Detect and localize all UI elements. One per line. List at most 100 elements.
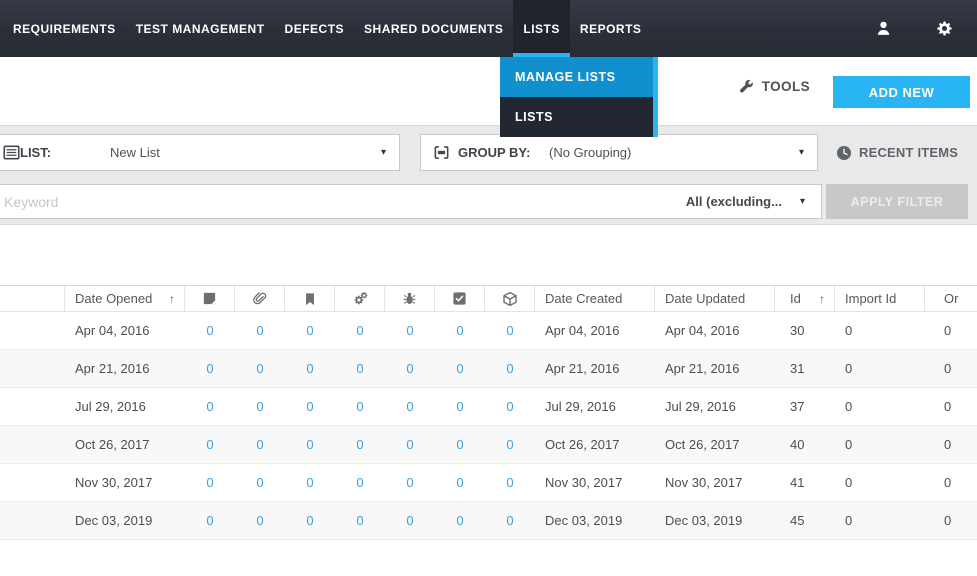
count-link[interactable]: 0 (506, 361, 513, 376)
row-spacer (0, 502, 65, 539)
nav-item-reports[interactable]: REPORTS (570, 0, 652, 57)
group-by-select[interactable]: GROUP BY: (No Grouping) ▾ (420, 134, 818, 171)
count-link[interactable]: 0 (256, 437, 263, 452)
count-link[interactable]: 0 (206, 323, 213, 338)
count-link[interactable]: 0 (506, 475, 513, 490)
count-link[interactable]: 0 (256, 475, 263, 490)
count-link[interactable]: 0 (206, 437, 213, 452)
cell-count-bug: 0 (385, 350, 435, 387)
cell-count-gears: 0 (335, 388, 385, 425)
header-spacer (0, 286, 65, 311)
user-icon[interactable] (875, 20, 892, 37)
add-new-button[interactable]: ADD NEW (833, 76, 970, 108)
nav-item-shared-documents[interactable]: SHARED DOCUMENTS (354, 0, 513, 57)
count-link[interactable]: 0 (256, 399, 263, 414)
table-row[interactable]: Oct 26, 2017 0 0 0 0 0 0 0 Oct 26, 2017 Oct 26, 2… (0, 426, 977, 464)
count-link[interactable]: 0 (206, 399, 213, 414)
count-link[interactable]: 0 (306, 513, 313, 528)
count-link[interactable]: 0 (506, 399, 513, 414)
count-link[interactable]: 0 (406, 399, 413, 414)
keyword-input[interactable] (0, 193, 686, 210)
cell-date-created: Dec 03, 2019 (545, 513, 623, 528)
cell-count-bug: 0 (385, 502, 435, 539)
cell-date-created: Apr 21, 2016 (545, 361, 620, 376)
table-row[interactable]: Dec 03, 2019 0 0 0 0 0 0 0 Dec 03, 2019 Dec 03, 2… (0, 502, 977, 540)
table-row[interactable]: Jul 29, 2016 0 0 0 0 0 0 0 Jul 29, 2016 Jul 29, 2… (0, 388, 977, 426)
table-row[interactable]: Apr 04, 2016 0 0 0 0 0 0 0 Apr 04, 2016 Apr 04, 2… (0, 312, 977, 350)
count-link[interactable]: 0 (506, 513, 513, 528)
header-bookmarks[interactable] (285, 286, 335, 311)
apply-filter-button[interactable]: APPLY FILTER (826, 184, 968, 219)
count-link[interactable]: 0 (406, 513, 413, 528)
count-link[interactable]: 0 (306, 475, 313, 490)
paperclip-icon (253, 292, 267, 305)
header-attachments[interactable] (235, 286, 285, 311)
count-link[interactable]: 0 (356, 399, 363, 414)
menu-item-lists[interactable]: LISTS (500, 97, 653, 137)
count-link[interactable]: 0 (206, 475, 213, 490)
scope-value: All (excluding... (685, 194, 782, 209)
cell-date-updated: Apr 04, 2016 (665, 323, 740, 338)
nav-item-defects[interactable]: DEFECTS (275, 0, 355, 57)
header-builds[interactable] (485, 286, 535, 311)
header-date-opened[interactable]: Date Opened ↑ (65, 286, 185, 311)
count-link[interactable]: 0 (406, 437, 413, 452)
header-id[interactable]: Id ↑ (775, 286, 835, 311)
count-link[interactable]: 0 (506, 323, 513, 338)
header-date-created[interactable]: Date Created (535, 286, 655, 311)
cell-count-bookmark: 0 (285, 464, 335, 501)
table-row[interactable]: Nov 30, 2017 0 0 0 0 0 0 0 Nov 30, 2017 Nov 30, 2… (0, 464, 977, 502)
nav-item-requirements[interactable]: REQUIREMENTS (3, 0, 126, 57)
count-link[interactable]: 0 (306, 399, 313, 414)
list-value: New List (110, 145, 160, 160)
count-link[interactable]: 0 (406, 475, 413, 490)
cell-date-opened: Jul 29, 2016 (75, 399, 146, 414)
chevron-down-icon: ▾ (798, 147, 804, 158)
header-notes[interactable] (185, 286, 235, 311)
header-order[interactable]: Or (925, 286, 977, 311)
recent-items-button[interactable]: RECENT ITEMS (836, 134, 958, 171)
count-link[interactable]: 0 (306, 323, 313, 338)
tools-button[interactable]: TOOLS (739, 79, 810, 94)
count-link[interactable]: 0 (256, 361, 263, 376)
count-link[interactable]: 0 (406, 361, 413, 376)
cell-order: 0 (944, 475, 952, 490)
cell-order: 0 (944, 437, 952, 452)
count-link[interactable]: 0 (506, 437, 513, 452)
clock-icon (837, 145, 851, 160)
count-link[interactable]: 0 (256, 323, 263, 338)
count-link[interactable]: 0 (356, 475, 363, 490)
count-link[interactable]: 0 (356, 361, 363, 376)
menu-item-manage-lists[interactable]: MANAGE LISTS (500, 57, 653, 97)
count-link[interactable]: 0 (456, 399, 463, 414)
cell-id: 37 (790, 399, 805, 414)
count-link[interactable]: 0 (356, 323, 363, 338)
count-link[interactable]: 0 (356, 437, 363, 452)
count-link[interactable]: 0 (406, 323, 413, 338)
table-row[interactable]: Apr 21, 2016 0 0 0 0 0 0 0 Apr 21, 2016 Apr 21, 2… (0, 350, 977, 388)
header-defects[interactable] (385, 286, 435, 311)
count-link[interactable]: 0 (306, 361, 313, 376)
count-link[interactable]: 0 (456, 323, 463, 338)
cell-count-gears: 0 (335, 350, 385, 387)
count-link[interactable]: 0 (206, 361, 213, 376)
count-link[interactable]: 0 (356, 513, 363, 528)
nav-item-lists[interactable]: LISTS (513, 0, 570, 57)
header-tasks[interactable] (435, 286, 485, 311)
count-link[interactable]: 0 (206, 513, 213, 528)
count-link[interactable]: 0 (456, 361, 463, 376)
nav-item-test-management[interactable]: TEST MANAGEMENT (126, 0, 275, 57)
gear-icon[interactable] (936, 20, 953, 37)
header-automation[interactable] (335, 286, 385, 311)
header-import-id[interactable]: Import Id (835, 286, 925, 311)
header-date-updated[interactable]: Date Updated (655, 286, 775, 311)
scope-select[interactable]: All (excluding... ▾ (686, 194, 821, 209)
count-link[interactable]: 0 (456, 475, 463, 490)
count-link[interactable]: 0 (306, 437, 313, 452)
cell-count-bookmark: 0 (285, 350, 335, 387)
count-link[interactable]: 0 (456, 437, 463, 452)
list-select[interactable]: LIST: New List ▾ (0, 134, 400, 171)
count-link[interactable]: 0 (256, 513, 263, 528)
count-link[interactable]: 0 (456, 513, 463, 528)
list-icon (3, 145, 20, 160)
